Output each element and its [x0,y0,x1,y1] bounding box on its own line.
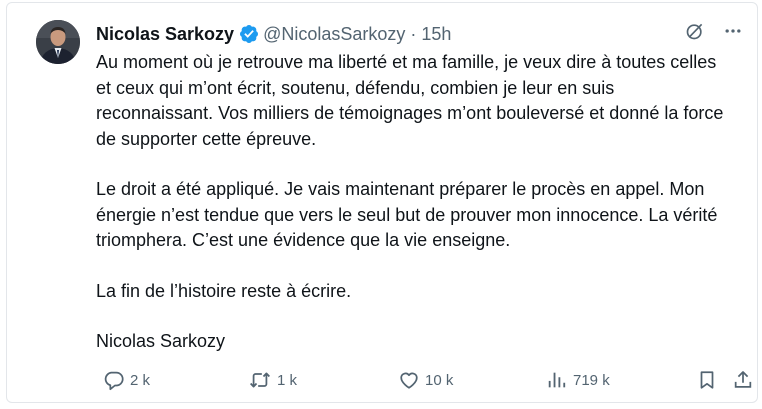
tweet-signature: Nicolas Sarkozy [96,331,226,351]
tweet-paragraph: La fin de l’histoire reste à écrire. [96,280,352,301]
repost-button[interactable]: 1 k [248,367,297,393]
bookmark-button[interactable] [696,367,718,393]
header-separator: · [410,23,417,44]
repost-icon [250,372,270,388]
author-display-name[interactable]: Nicolas Sarkozy [96,24,234,45]
avatar-image [36,20,80,64]
action-bar: 2 k 1 k 10 k 719 k [96,367,752,393]
avatar[interactable] [36,20,80,64]
reply-button[interactable]: 2 k [103,367,150,393]
tweet-card[interactable]: Nicolas Sarkozy @NicolasSarkozy · 15h Au… [6,2,758,403]
views-count: 719 k [573,371,610,389]
views-button[interactable]: 719 k [546,367,610,393]
author-handle[interactable]: @NicolasSarkozy [263,24,405,45]
tweet-paragraph: Au moment où je retrouve ma liberté et m… [96,52,724,149]
like-icon [400,372,418,389]
tweet-timestamp[interactable]: 15h [421,24,451,45]
more-icon[interactable] [721,19,745,43]
header-actions [683,19,745,43]
verified-badge-icon [240,25,259,43]
bookmark-icon [700,371,714,389]
tweet-header: Nicolas Sarkozy @NicolasSarkozy · 15h [96,22,451,46]
tweet-paragraph: Le droit a été appliqué. Je vais mainten… [96,179,718,250]
reply-icon [104,371,124,391]
views-icon [548,372,566,388]
tweet-text: Au moment où je retrouve ma liberté et m… [96,50,736,355]
grok-icon[interactable] [683,19,707,43]
like-button[interactable]: 10 k [398,367,453,393]
share-icon [734,371,752,388]
like-count: 10 k [425,371,454,389]
share-button[interactable] [732,367,754,393]
reply-count: 2 k [130,371,151,389]
repost-count: 1 k [277,371,298,389]
